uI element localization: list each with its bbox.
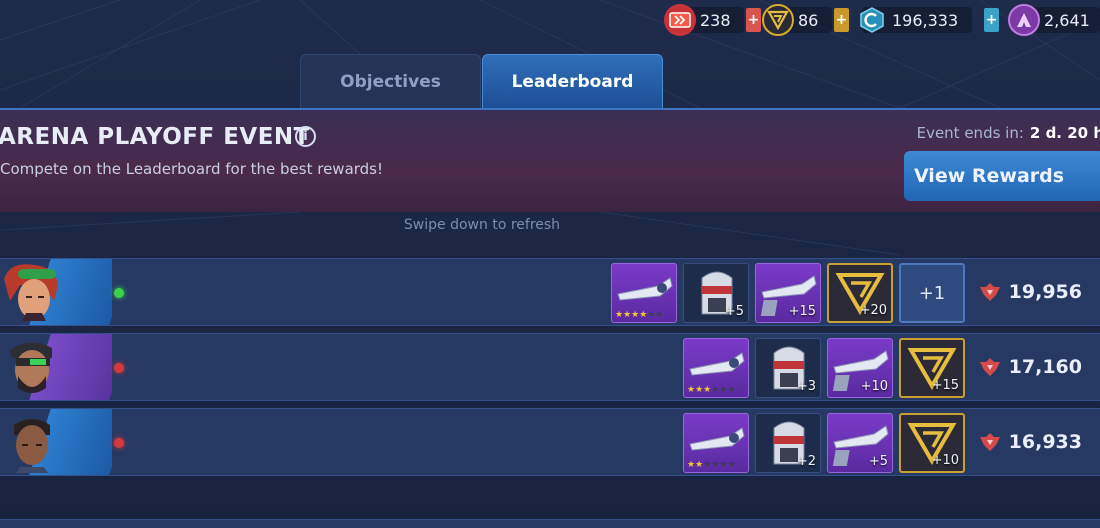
rank-icon <box>979 433 1000 451</box>
alliance-icon <box>1008 4 1040 36</box>
add-tickets-button[interactable]: + <box>746 8 761 32</box>
token-amount: +10 <box>931 453 959 468</box>
tab-leaderboard[interactable]: Leaderboard <box>482 54 663 108</box>
leaderboard-row-partial <box>0 519 1100 528</box>
reward-token-item[interactable]: +20 <box>827 263 893 323</box>
avatar <box>0 259 112 325</box>
add-tokens-button[interactable]: + <box>834 8 849 32</box>
blade-amount: +5 <box>868 454 888 469</box>
gear-amount: +2 <box>796 454 816 469</box>
reward-gear-item[interactable]: +2 <box>755 413 821 473</box>
token-icon <box>762 4 794 36</box>
reward-blade-fragment[interactable]: +5 <box>827 413 893 473</box>
reward-blade-item[interactable]: ★★★★★★ <box>611 263 677 323</box>
score: 16,933 <box>979 431 1082 453</box>
token-amount: +15 <box>931 378 959 393</box>
currency-tickets: 238 + <box>664 4 761 36</box>
hero-portrait-icon <box>10 342 52 393</box>
reward-gear-item[interactable]: +5 <box>683 263 749 323</box>
reward-blade-item[interactable]: ★★★★★★ <box>683 338 749 398</box>
leaderboard-row[interactable]: ★★★★★★ +2 +5 +10 16,933 <box>0 408 1100 476</box>
star-rating: ★★★★★★ <box>687 385 736 395</box>
score-value: 19,956 <box>1008 281 1082 303</box>
tickets-count: 238 <box>700 10 731 30</box>
score: 19,956 <box>979 281 1082 303</box>
reward-blade-fragment[interactable]: +15 <box>755 263 821 323</box>
gear-amount: +3 <box>796 379 816 394</box>
credits-icon <box>856 4 888 36</box>
score-value: 16,933 <box>1008 431 1082 453</box>
blade-icon <box>689 352 745 376</box>
tab-objectives[interactable]: Objectives <box>300 54 481 108</box>
ticket-icon <box>664 4 696 36</box>
add-credits-button[interactable]: + <box>984 8 999 32</box>
reward-blade-item[interactable]: ★★★★★★ <box>683 413 749 473</box>
blade-amount: +15 <box>788 304 816 319</box>
star-rating: ★★★★★★ <box>687 460 736 470</box>
credits-count: 196,333 <box>892 10 959 30</box>
currency-tokens: 86 + <box>762 4 849 36</box>
event-subtitle: Compete on the Leaderboard for the best … <box>0 160 384 178</box>
blade-icon <box>617 277 673 301</box>
hero-portrait-icon <box>14 419 50 473</box>
status-offline-dot <box>114 438 124 448</box>
more-rewards-button[interactable]: +1 <box>899 263 965 323</box>
status-online-dot <box>114 288 124 298</box>
event-title: ARENA PLAYOFF EVENT <box>0 124 310 150</box>
rank-icon <box>979 358 1000 376</box>
leaderboard-row[interactable]: ★★★★★★ +5 +15 +20 +1 19,956 <box>0 258 1100 326</box>
reward-token-item[interactable]: +15 <box>899 338 965 398</box>
event-timer: Event ends in: 2 d. 20 h <box>917 124 1100 142</box>
token-amount: +20 <box>859 303 887 318</box>
avatar <box>0 334 112 400</box>
event-banner: ARENA PLAYOFF EVENT i Compete on the Lea… <box>0 108 1100 212</box>
gear-amount: +5 <box>724 304 744 319</box>
currency-credits: 196,333 + <box>860 5 999 35</box>
leaderboard-row[interactable]: ★★★★★★ +3 +10 +15 17,160 <box>0 333 1100 401</box>
tokens-count: 86 <box>798 10 819 30</box>
blade-amount: +10 <box>860 379 888 394</box>
rank-icon <box>979 283 1000 301</box>
reward-token-item[interactable]: +10 <box>899 413 965 473</box>
star-rating: ★★★★★★ <box>615 310 664 320</box>
currency-alliance: 2,641 <box>1008 4 1100 36</box>
avatar <box>0 409 112 475</box>
info-icon[interactable]: i <box>295 126 316 147</box>
score-value: 17,160 <box>1008 356 1082 378</box>
hero-portrait-icon <box>4 264 58 321</box>
reward-blade-fragment[interactable]: +10 <box>827 338 893 398</box>
event-ends-value: 2 d. 20 h <box>1029 124 1100 142</box>
reward-gear-item[interactable]: +3 <box>755 338 821 398</box>
status-offline-dot <box>114 363 124 373</box>
alliance-count: 2,641 <box>1044 10 1090 30</box>
event-ends-label: Event ends in: <box>916 124 1024 142</box>
view-rewards-button[interactable]: View Rewards <box>904 151 1100 201</box>
blade-icon <box>689 427 745 451</box>
score: 17,160 <box>979 356 1082 378</box>
refresh-hint: Swipe down to refresh <box>403 217 561 233</box>
